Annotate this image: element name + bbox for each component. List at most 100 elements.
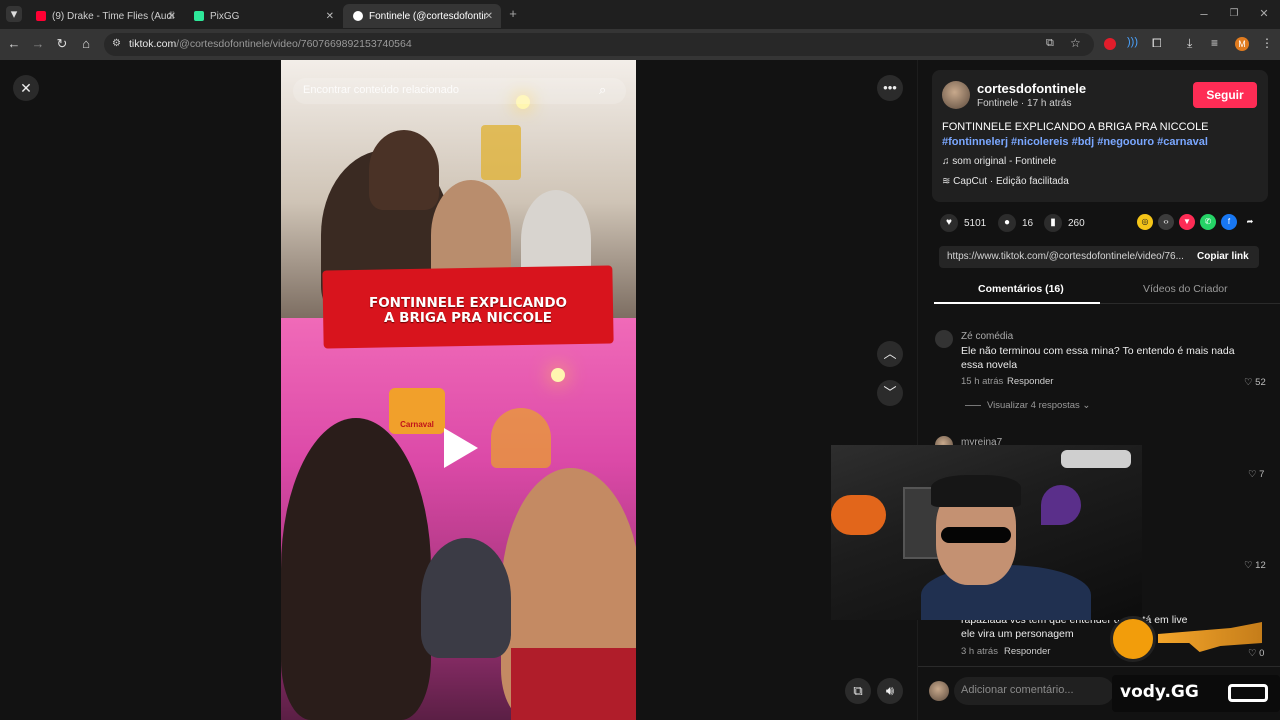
extension-red-icon[interactable]	[1104, 38, 1116, 50]
decoration	[1041, 485, 1081, 525]
volume-button[interactable]: 🔊︎	[877, 678, 903, 704]
comment-text-peek	[943, 613, 1139, 625]
tab-label: Fontinele (@cortesdofontinele)	[369, 10, 487, 22]
download-icon[interactable]: ⤓	[1187, 36, 1192, 51]
save-stat[interactable]: ▮ 260	[1044, 214, 1085, 232]
save-count: 260	[1068, 217, 1085, 229]
heart-outline-icon: ♡	[1244, 560, 1256, 571]
tab-drake[interactable]: (9) Drake - Time Flies (Audio) - ✕	[26, 4, 184, 28]
comment-like[interactable]: ♡ 52	[1244, 377, 1266, 388]
next-video-button[interactable]: ﹀	[877, 380, 903, 406]
pixgg-icon	[194, 11, 204, 21]
capcut-label: CapCut · Edição facilitada	[953, 176, 1069, 187]
capcut-icon: ≋	[942, 176, 954, 187]
new-tab-icon[interactable]: +	[505, 6, 521, 22]
comment-time: 3 h atrás	[961, 646, 998, 657]
close-viewer-button[interactable]: ✕	[13, 75, 39, 101]
comment-author[interactable]: Zé comédia	[961, 331, 1013, 342]
install-icon[interactable]: ⧉	[1046, 37, 1054, 50]
picture-in-picture-button[interactable]: ⧉	[845, 678, 871, 704]
view-replies-label: Visualizar 4 respostas	[987, 400, 1080, 411]
menu-kebab-icon[interactable]: ⋮	[1261, 36, 1273, 50]
facebook-icon[interactable]: f	[1221, 214, 1237, 230]
close-icon[interactable]: ✕	[485, 11, 493, 22]
view-replies[interactable]: Visualizar 4 respostas ⌄	[965, 400, 1090, 411]
tab-creator-videos[interactable]: Vídeos do Criador	[1143, 283, 1228, 295]
my-avatar	[929, 681, 949, 701]
post-hashtags[interactable]: #fontinnelerj #nicolereis #bdj #negoouro…	[942, 136, 1208, 148]
send-icon[interactable]: ▼	[1179, 214, 1195, 230]
person-figure	[281, 418, 431, 720]
profile-avatar[interactable]: M	[1235, 37, 1249, 51]
more-options-button[interactable]: •••	[877, 75, 903, 101]
back-icon[interactable]: ←	[6, 36, 22, 52]
tab-tiktok[interactable]: Fontinele (@cortesdofontinele) ✕	[343, 4, 501, 28]
commenter-avatar[interactable]	[935, 330, 953, 348]
embed-icon[interactable]: ‹›	[1158, 214, 1174, 230]
comment-like[interactable]: ♡ 0	[1248, 648, 1264, 659]
watermark-box: vody.GG	[1112, 675, 1280, 712]
carnaval-sign: Carnaval	[389, 388, 445, 434]
youtube-icon	[36, 11, 46, 21]
comment-like[interactable]: ♡ 12	[1244, 560, 1266, 571]
video-link[interactable]: https://www.tiktok.com/@cortesdofontinel…	[947, 251, 1185, 262]
reply-button[interactable]: Responder	[1007, 376, 1053, 387]
comment-like[interactable]: ♡ 7	[1248, 469, 1264, 480]
coin-share-icon[interactable]: ◎	[1137, 214, 1153, 230]
extensions-puzzle-icon[interactable]: ⧠	[1152, 36, 1162, 51]
tab-search-button[interactable]: ▾	[6, 6, 22, 22]
restore-icon[interactable]: ❐	[1226, 6, 1242, 22]
close-icon[interactable]: ✕	[326, 11, 334, 22]
search-icon[interactable]: ⌕	[599, 82, 606, 98]
related-search-input[interactable]: Encontrar conteúdo relacionado ⌕	[293, 78, 626, 104]
alert-circle-icon	[1110, 616, 1156, 662]
chevron-down-icon: ⌄	[1079, 400, 1091, 411]
comment-stat[interactable]: ● 16	[998, 214, 1033, 232]
banner-text: FONTINNELE EXPLICANDO A BRIGA PRA NICCOL…	[323, 296, 613, 326]
search-placeholder: Encontrar conteúdo relacionado	[303, 84, 459, 96]
close-icon[interactable]: ✕	[168, 11, 176, 22]
comment-like-count: 0	[1259, 648, 1265, 659]
bookmark-icon: ▮	[1044, 214, 1062, 232]
comment-like-count: 12	[1255, 560, 1266, 571]
play-icon[interactable]	[444, 428, 478, 468]
address-bar[interactable]: ⚙ tiktok.com/@cortesdofontinele/video/76…	[104, 33, 1094, 56]
author-username[interactable]: cortesdofontinele	[977, 81, 1086, 96]
divider	[965, 404, 981, 406]
media-control-icon[interactable]: ≡	[1211, 36, 1218, 50]
comment-like-count: 52	[1255, 377, 1266, 388]
divider	[918, 666, 1280, 667]
link-box: https://www.tiktok.com/@cortesdofontinel…	[939, 246, 1259, 268]
tab-pixgg[interactable]: PixGG ✕	[184, 4, 342, 28]
url-text: tiktok.com/@cortesdofontinele/video/7607…	[129, 38, 412, 50]
share-arrow-icon[interactable]: ➦	[1242, 214, 1258, 230]
add-comment-input[interactable]: Adicionar comentário...	[954, 677, 1114, 705]
close-window-icon[interactable]: ✕	[1256, 6, 1272, 22]
capcut-row[interactable]: ≋ CapCut · Edição facilitada	[942, 176, 1069, 187]
lamp	[831, 495, 886, 535]
reply-button[interactable]: Responder	[1004, 646, 1050, 657]
copy-link-button[interactable]: Copiar link	[1197, 251, 1249, 262]
reload-icon[interactable]: ↻	[54, 36, 70, 52]
tab-comments[interactable]: Comentários (16)	[978, 283, 1064, 295]
author-avatar[interactable]	[942, 81, 970, 109]
previous-video-button[interactable]: ︿	[877, 341, 903, 367]
browser-toolbar: ← → ↻ ⌂ ⚙ tiktok.com/@cortesdofontinele/…	[0, 29, 1280, 60]
sound-label: som original - Fontinele	[952, 156, 1057, 167]
watermark-logo: vody.GG	[1120, 682, 1199, 702]
url-path: /@cortesdofontinele/video/76076698921537…	[176, 38, 412, 50]
site-info-icon[interactable]: ⚙	[112, 38, 121, 49]
follow-button[interactable]: Seguir	[1193, 82, 1257, 108]
home-icon[interactable]: ⌂	[78, 36, 94, 52]
extension-audio-icon[interactable]: )))	[1127, 36, 1138, 48]
video-player[interactable]: Carnaval FONTINNELE EXPLICANDO A BRIGA P…	[281, 60, 636, 720]
minimize-icon[interactable]: –	[1196, 6, 1212, 22]
bookmark-star-icon[interactable]: ☆	[1070, 36, 1081, 50]
whatsapp-icon[interactable]: ✆	[1200, 214, 1216, 230]
music-note-icon: ♫	[942, 156, 953, 167]
sound-row[interactable]: ♫ som original - Fontinele	[942, 156, 1056, 167]
url-domain: tiktok.com	[129, 38, 177, 50]
cap	[931, 475, 1021, 507]
like-stat[interactable]: ♥ 5101	[940, 214, 986, 232]
forward-icon[interactable]: →	[30, 36, 46, 52]
